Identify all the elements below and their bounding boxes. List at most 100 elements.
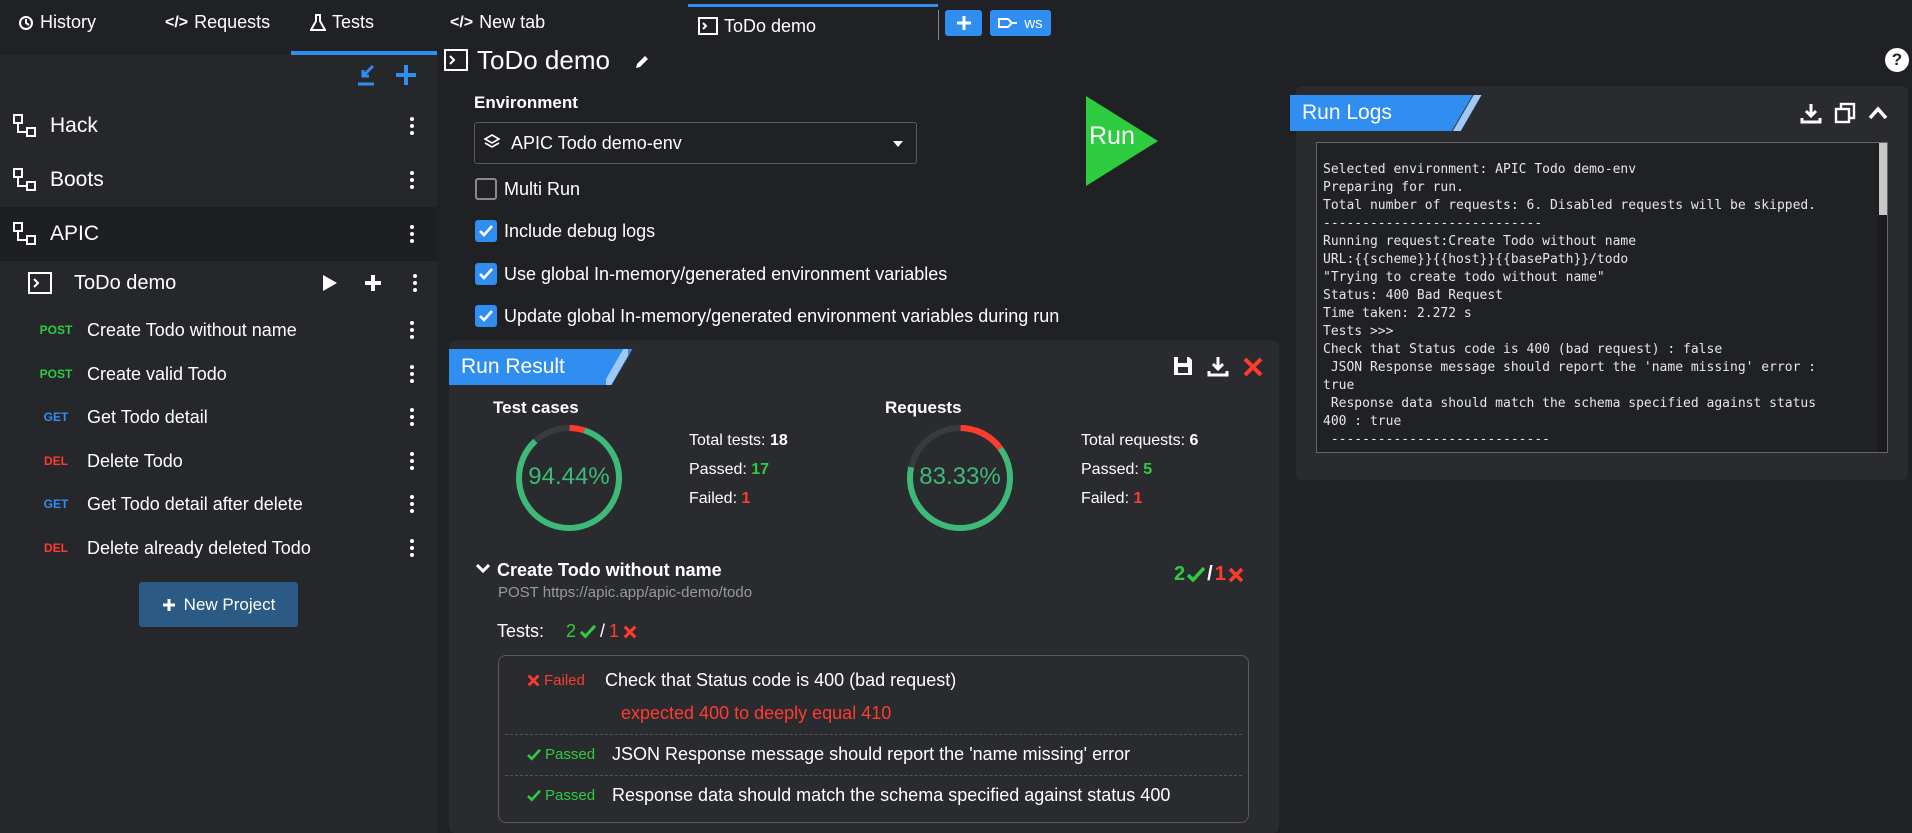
- suite-todo-demo[interactable]: ToDo demo: [0, 261, 437, 305]
- log-line: Response data should match the schema sp…: [1323, 396, 1817, 411]
- requests-stats: Total requests: 6 Passed: 5 Failed: 1: [1081, 426, 1198, 513]
- more-icon[interactable]: [407, 406, 417, 428]
- check-icon: [479, 268, 493, 280]
- fail-count: 1: [1214, 563, 1226, 585]
- download-icon[interactable]: [1800, 102, 1822, 124]
- tab-todo-demo[interactable]: ToDo demo: [698, 7, 816, 45]
- more-icon[interactable]: [407, 493, 417, 515]
- request-name: Delete already deleted Todo: [87, 537, 311, 558]
- run-result-title: Run Result: [461, 355, 565, 378]
- method-badge: DEL: [44, 541, 68, 555]
- history-icon: [19, 15, 33, 30]
- project-hack[interactable]: Hack: [0, 99, 437, 153]
- more-icon[interactable]: [407, 450, 417, 472]
- request-item[interactable]: DEL Delete Todo: [0, 441, 437, 481]
- ws-label: ws: [1024, 14, 1043, 32]
- log-line: Tests >>>: [1323, 324, 1394, 339]
- test-cases-heading: Test cases: [493, 398, 579, 417]
- download-icon[interactable]: [1207, 355, 1229, 377]
- log-line: "Trying to create todo without name": [1323, 270, 1605, 285]
- tests-failed-row: Failed: 1: [689, 484, 788, 513]
- tab-new[interactable]: </> New tab: [450, 0, 545, 45]
- project-apic[interactable]: APIC: [0, 207, 437, 261]
- plus-icon[interactable]: [364, 274, 382, 292]
- request-item[interactable]: GET Get Todo detail after delete: [0, 484, 437, 524]
- tests-label: Tests:: [497, 621, 545, 641]
- status-label: Failed: [544, 672, 585, 689]
- log-line: true: [1323, 378, 1355, 393]
- log-line: ----------------------------: [1323, 432, 1550, 447]
- test-results-box: Failed Check that Status code is 400 (ba…: [498, 655, 1249, 823]
- tab-requests[interactable]: </> Requests: [165, 0, 270, 45]
- method-badge: DEL: [44, 454, 68, 468]
- request-item[interactable]: GET Get Todo detail: [0, 397, 437, 437]
- tests-passed-row: Passed: 17: [689, 455, 788, 484]
- failed-label: Failed:: [689, 490, 738, 507]
- tab-history[interactable]: History: [18, 0, 96, 45]
- scrollbar-thumb[interactable]: [1879, 143, 1887, 215]
- more-icon[interactable]: [407, 319, 417, 341]
- main-header: ToDo demo ?: [437, 45, 1912, 81]
- more-icon[interactable]: [407, 115, 417, 137]
- close-icon[interactable]: [1243, 357, 1263, 377]
- log-output[interactable]: Selected environment: APIC Todo demo-env…: [1316, 142, 1888, 453]
- banner-accent: [1446, 95, 1486, 131]
- total-requests-row: Total requests: 6: [1081, 426, 1198, 455]
- multi-run-label: Multi Run: [504, 179, 581, 199]
- more-icon[interactable]: [407, 169, 417, 191]
- request-name: Delete Todo: [87, 450, 183, 471]
- check-icon: [527, 748, 541, 761]
- new-project-button[interactable]: New Project: [139, 582, 298, 627]
- log-line: Status: 400 Bad Request: [1323, 288, 1504, 303]
- save-icon[interactable]: [1172, 355, 1194, 377]
- tests-passed-value: 17: [751, 461, 770, 478]
- project-tree-icon: [13, 114, 36, 137]
- chevron-down-icon[interactable]: [476, 564, 490, 574]
- edit-icon[interactable]: [633, 53, 651, 71]
- debug-logs-checkbox[interactable]: [475, 220, 497, 242]
- code-icon: </>: [450, 13, 474, 31]
- total-tests-row: Total tests: 18: [689, 426, 788, 455]
- project-boots[interactable]: Boots: [0, 153, 437, 207]
- status-label: Passed: [545, 787, 596, 804]
- layers-icon: [483, 134, 501, 148]
- use-global-env-checkbox[interactable]: [475, 263, 497, 285]
- add-tab-button[interactable]: [945, 10, 982, 36]
- method-badge: GET: [43, 410, 69, 424]
- ws-button[interactable]: ws: [990, 10, 1051, 36]
- play-icon[interactable]: [322, 274, 338, 292]
- more-icon[interactable]: [407, 537, 417, 559]
- request-item[interactable]: POST Create Todo without name: [0, 310, 437, 350]
- scrollbar-track[interactable]: [1878, 143, 1887, 452]
- terminal-icon: [28, 272, 52, 294]
- result-item-name[interactable]: Create Todo without name: [497, 560, 722, 581]
- copy-icon[interactable]: [1834, 102, 1856, 124]
- total-requests-value: 6: [1189, 432, 1199, 449]
- env-value: APIC Todo demo-env: [511, 133, 682, 153]
- caret-down-icon: [893, 141, 903, 147]
- requests-failed-row: Failed: 1: [1081, 484, 1198, 513]
- tab-new-label: New tab: [479, 12, 546, 32]
- test-case-error: expected 400 to deeply equal 410: [621, 703, 892, 723]
- update-global-env-checkbox[interactable]: [475, 305, 497, 327]
- more-icon[interactable]: [407, 363, 417, 385]
- chevron-up-icon[interactable]: [1868, 106, 1888, 120]
- suite-name: ToDo demo: [74, 271, 177, 294]
- run-button[interactable]: Run: [1085, 96, 1159, 186]
- requests-heading: Requests: [885, 398, 962, 417]
- requests-percent: 83.33%: [919, 463, 1001, 490]
- passed-label: Passed:: [689, 461, 747, 478]
- log-line: Time taken: 2.272 s: [1323, 306, 1472, 321]
- more-icon[interactable]: [407, 223, 417, 245]
- help-icon[interactable]: ?: [1885, 48, 1909, 72]
- env-select[interactable]: APIC Todo demo-env: [474, 122, 917, 164]
- env-label: Environment: [474, 93, 578, 112]
- multi-run-checkbox[interactable]: [475, 178, 497, 200]
- tab-tests[interactable]: Tests: [292, 0, 437, 45]
- requests-passed-value: 5: [1143, 461, 1153, 478]
- request-item[interactable]: POST Create valid Todo: [0, 354, 437, 394]
- request-item[interactable]: DEL Delete already deleted Todo: [0, 528, 437, 568]
- request-name: Create Todo without name: [87, 319, 297, 340]
- log-line: URL:{{scheme}}{{host}}{{basePath}}/todo: [1323, 252, 1629, 267]
- more-icon[interactable]: [410, 272, 420, 294]
